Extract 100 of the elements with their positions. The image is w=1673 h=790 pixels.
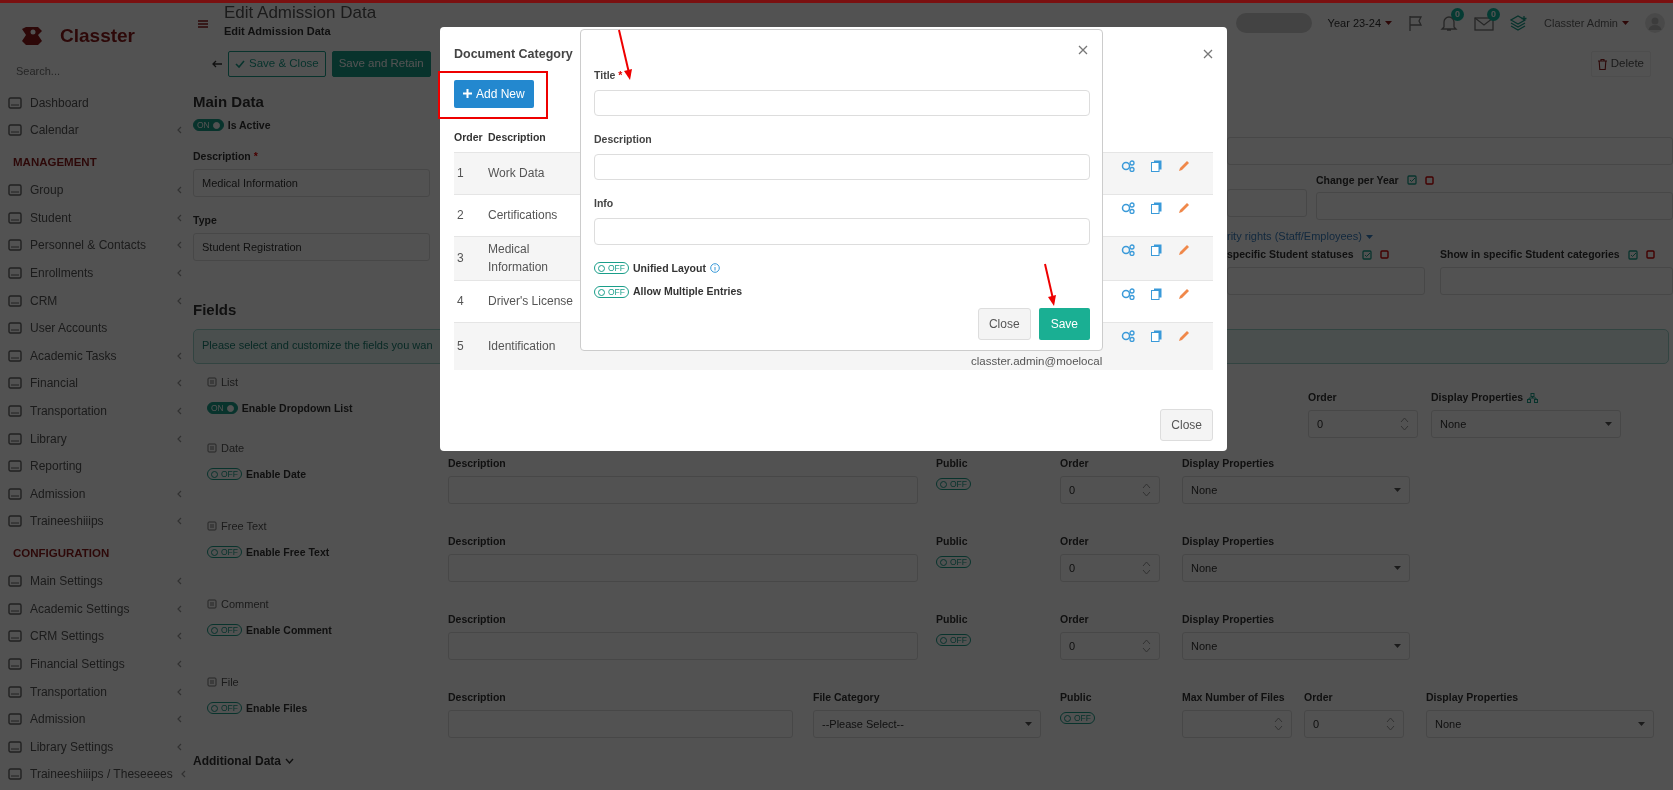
toggle-switch[interactable]: OFF: [936, 478, 971, 491]
toggle-switch[interactable]: ON: [193, 119, 224, 132]
number-field[interactable]: 0: [1304, 709, 1404, 738]
copy-icon[interactable]: [1151, 329, 1162, 342]
table-cell-text: 2: [456, 207, 465, 225]
field-label: Description: [448, 612, 507, 627]
spinner-arrows-icon[interactable]: [1142, 560, 1151, 575]
menu-item-icon: [8, 267, 22, 279]
section-heading: MANAGEMENT: [12, 155, 98, 171]
save-retain-button[interactable]: Save and Retain: [331, 51, 431, 77]
square-icon[interactable]: [1379, 250, 1389, 260]
menu-item-icon: [8, 294, 22, 307]
text-field[interactable]: [594, 89, 1090, 117]
back-arrow-icon[interactable]: [212, 60, 222, 68]
toggle-switch[interactable]: OFF: [207, 546, 242, 559]
toggle-switch[interactable]: OFF: [594, 262, 629, 275]
text-field[interactable]: [594, 153, 1090, 181]
gears-icon[interactable]: [1121, 159, 1135, 172]
spinner-arrows-icon[interactable]: [1142, 482, 1151, 497]
text-field[interactable]: [1227, 136, 1673, 165]
caret-down-icon: [1385, 21, 1392, 25]
flag-icon[interactable]: [1408, 15, 1424, 31]
pencil-icon[interactable]: [1178, 159, 1190, 172]
number-field[interactable]: 0: [1060, 631, 1160, 660]
spinner-arrows-icon[interactable]: [1142, 638, 1151, 653]
security-rights-link[interactable]: rity rights (Staff/Employees): [1227, 228, 1362, 245]
field-label: Order: [1304, 690, 1334, 705]
gears-icon[interactable]: [1121, 329, 1135, 342]
menu-item-icon: [8, 515, 22, 528]
menu-item-icon: [8, 658, 22, 670]
envelope-icon[interactable]: [1474, 15, 1494, 32]
close-button[interactable]: Close: [977, 308, 1031, 340]
caret-down-icon: [1025, 721, 1032, 726]
spinner-arrows-icon[interactable]: [1400, 416, 1409, 431]
pencil-icon[interactable]: [1178, 243, 1190, 256]
toggle-switch[interactable]: OFF: [1060, 712, 1095, 725]
field-label: Order: [1060, 534, 1090, 549]
checkbox-check-icon[interactable]: [1406, 175, 1417, 186]
select-field[interactable]: None: [1182, 553, 1410, 582]
field-label: Description *: [193, 149, 259, 165]
select-field[interactable]: None: [1431, 409, 1621, 438]
menu-icon[interactable]: [198, 19, 208, 29]
spinner-arrows-icon[interactable]: [1274, 716, 1283, 731]
close-button[interactable]: Close: [1160, 409, 1213, 441]
table-cell-text: 5: [456, 338, 465, 356]
toggle-switch[interactable]: OFF: [207, 702, 242, 715]
spinner-arrows-icon[interactable]: [1386, 716, 1395, 731]
pencil-icon[interactable]: [1178, 287, 1190, 300]
select-field[interactable]: --Please Select--: [813, 709, 1041, 738]
field-label: Max Number of Files: [1182, 690, 1286, 705]
table-cell-text: Work Data: [488, 165, 546, 183]
caret-down-icon: [1638, 721, 1645, 726]
pencil-icon[interactable]: [1178, 201, 1190, 214]
number-field[interactable]: [1182, 709, 1292, 738]
number-field[interactable]: 0: [1060, 553, 1160, 582]
copy-icon[interactable]: [1151, 159, 1162, 172]
table-cell-text: Medical Information: [488, 241, 550, 277]
checkbox-check-icon[interactable]: [1627, 249, 1638, 260]
text-field[interactable]: Medical Information: [193, 169, 430, 197]
field-label: Display Properties: [1431, 390, 1524, 405]
field-type-icon: [207, 443, 217, 454]
gears-icon[interactable]: [1121, 287, 1135, 300]
layers-plus-icon[interactable]: [1510, 15, 1528, 31]
number-field[interactable]: 0: [1060, 475, 1160, 504]
add-new-button[interactable]: Add New: [454, 79, 534, 108]
field-label: Info: [594, 196, 615, 212]
toggle-switch[interactable]: OFF: [936, 634, 971, 647]
toggle-switch[interactable]: OFF: [207, 624, 242, 637]
gears-icon[interactable]: [1121, 201, 1135, 214]
gears-icon[interactable]: [1121, 243, 1135, 256]
section-heading[interactable]: Additional Data: [193, 752, 281, 770]
toggle-switch[interactable]: OFF: [207, 468, 242, 481]
section-heading: Main Data: [193, 92, 264, 112]
toggle-switch[interactable]: ON: [207, 402, 238, 415]
toggle-label: Enable Date: [246, 466, 307, 482]
toggle-switch[interactable]: OFF: [936, 556, 971, 569]
year-dropdown[interactable]: Year 23-24: [1327, 14, 1392, 32]
square-icon[interactable]: [1645, 250, 1655, 260]
copy-icon[interactable]: [1151, 243, 1162, 256]
info-icon[interactable]: [709, 263, 720, 274]
pencil-icon[interactable]: [1178, 329, 1190, 342]
field-label: Title *: [594, 68, 624, 83]
text-field[interactable]: [1227, 266, 1425, 295]
select-field[interactable]: None: [1182, 475, 1410, 504]
select-field[interactable]: None: [1426, 709, 1654, 738]
caret-down-icon: [1394, 565, 1401, 570]
field-label: Order: [1060, 612, 1090, 627]
select-field[interactable]: None: [1182, 631, 1410, 660]
save-button[interactable]: Save: [1038, 308, 1090, 340]
copy-icon[interactable]: [1151, 287, 1162, 300]
copy-icon[interactable]: [1151, 201, 1162, 214]
square-icon[interactable]: [1424, 175, 1434, 185]
field-type-icon: [207, 677, 217, 688]
toggle-switch[interactable]: OFF: [594, 286, 629, 299]
checkbox-check-icon[interactable]: [1361, 249, 1372, 260]
text-field[interactable]: [594, 218, 1090, 245]
number-field[interactable]: 0: [1308, 409, 1418, 438]
save-close-button[interactable]: Save & Close: [228, 51, 326, 77]
text-field[interactable]: [1227, 188, 1307, 217]
text-field[interactable]: Student Registration: [193, 232, 430, 261]
